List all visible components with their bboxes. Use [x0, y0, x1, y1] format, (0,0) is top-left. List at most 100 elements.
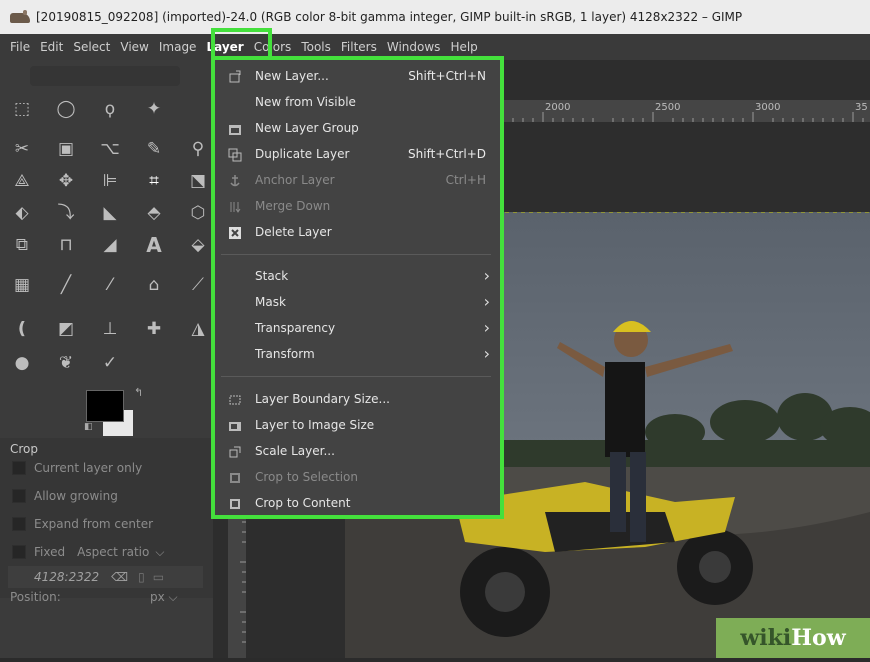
- measure-icon[interactable]: ⟁: [8, 170, 36, 192]
- move-icon[interactable]: ✥: [52, 170, 80, 192]
- bucket-fill-icon[interactable]: ⬙: [184, 234, 212, 256]
- cage-icon[interactable]: ⊓: [52, 234, 80, 256]
- current-layer-only-option[interactable]: Current layer only: [12, 460, 142, 476]
- swap-colors-icon[interactable]: ↰: [134, 386, 143, 399]
- ink-icon[interactable]: ❪: [8, 318, 36, 340]
- chevron-down-icon[interactable]: ⌵: [155, 545, 164, 560]
- foreground-color-swatch[interactable]: [86, 390, 124, 422]
- layer-group-icon: [229, 125, 241, 135]
- landscape-icon[interactable]: ▭: [153, 570, 164, 584]
- blend-icon[interactable]: ◢: [96, 234, 124, 256]
- rect-select-icon[interactable]: ⬚: [8, 98, 36, 120]
- anchor-icon: [230, 175, 240, 187]
- menu-windows[interactable]: Windows: [382, 40, 446, 54]
- menu-help[interactable]: Help: [445, 40, 482, 54]
- menu-item-crop-to-selection[interactable]: Crop to Selection: [215, 466, 496, 490]
- mypaint-brush-icon[interactable]: ◩: [52, 318, 80, 340]
- menu-filters[interactable]: Filters: [336, 40, 382, 54]
- foreground-select-icon[interactable]: ▣: [52, 138, 80, 160]
- merge-down-icon: [230, 202, 241, 213]
- expand-from-center-label: Expand from center: [34, 517, 154, 531]
- menu-item-new-layer[interactable]: New Layer... Shift+Ctrl+N: [215, 65, 496, 89]
- warp-transform-icon[interactable]: ⬖: [8, 202, 36, 224]
- menu-item-layer-to-image-size[interactable]: Layer to Image Size: [215, 414, 496, 438]
- airbrush-icon[interactable]: ⟋: [184, 274, 212, 296]
- submenu-arrow-icon: ›: [483, 344, 490, 363]
- menu-item-mask[interactable]: Mask ›: [215, 291, 496, 315]
- menu-item-merge-down[interactable]: Merge Down: [215, 195, 496, 219]
- rotate-icon[interactable]: ⤵: [52, 202, 80, 224]
- text-tool-icon[interactable]: A: [140, 234, 168, 256]
- to-image-icon: [229, 422, 241, 431]
- menu-edit[interactable]: Edit: [35, 40, 68, 54]
- unit-dropdown[interactable]: px ⌵: [150, 590, 178, 605]
- perspective-clone-icon[interactable]: ◮: [184, 318, 212, 340]
- pattern-icon[interactable]: ▦: [8, 274, 36, 296]
- position-label: Position:: [10, 590, 61, 604]
- 3d-transform-icon[interactable]: ⬡: [184, 202, 212, 224]
- allow-growing-option[interactable]: Allow growing: [12, 488, 118, 504]
- blur-icon[interactable]: ●: [8, 352, 36, 374]
- menu-view[interactable]: View: [115, 40, 153, 54]
- menu-bar: File Edit Select View Image Layer Colors…: [0, 34, 870, 60]
- default-colors-icon[interactable]: ◧: [84, 422, 94, 432]
- current-layer-only-checkbox[interactable]: [12, 461, 26, 475]
- clone-icon[interactable]: ⊥: [96, 318, 124, 340]
- dodge-burn-icon[interactable]: ✓: [96, 352, 124, 374]
- gimp-app-icon: [10, 10, 30, 24]
- wikihow-watermark: wiki How: [716, 618, 870, 658]
- layer-menu-highlight: [211, 28, 272, 64]
- menu-item-stack[interactable]: Stack ›: [215, 265, 496, 289]
- free-select-icon[interactable]: ϙ: [96, 98, 124, 120]
- pencil-icon[interactable]: ╱: [52, 274, 80, 296]
- paths-icon[interactable]: ⌥: [96, 138, 124, 160]
- menu-item-transparency[interactable]: Transparency ›: [215, 317, 496, 341]
- portrait-icon[interactable]: ▯: [138, 570, 145, 584]
- crop-icon: [230, 473, 240, 483]
- menu-tools[interactable]: Tools: [296, 40, 336, 54]
- menu-image[interactable]: Image: [154, 40, 202, 54]
- expand-from-center-option[interactable]: Expand from center: [12, 516, 153, 532]
- color-picker-icon[interactable]: ✎: [140, 138, 168, 160]
- allow-growing-checkbox[interactable]: [12, 489, 26, 503]
- heal-icon[interactable]: ✚: [140, 318, 168, 340]
- menu-select[interactable]: Select: [68, 40, 115, 54]
- menu-item-transform[interactable]: Transform ›: [215, 343, 496, 367]
- menu-item-crop-to-content[interactable]: Crop to Content: [215, 492, 496, 516]
- align-icon[interactable]: ⊫: [96, 170, 124, 192]
- paintbrush-icon[interactable]: ⁄: [96, 274, 124, 296]
- duplicate-icon: [228, 148, 242, 162]
- menu-item-new-from-visible[interactable]: New from Visible: [215, 91, 496, 115]
- eraser-icon[interactable]: ⌂: [140, 274, 168, 296]
- menu-file[interactable]: File: [0, 40, 35, 54]
- fuzzy-select-icon[interactable]: ✦: [140, 98, 168, 120]
- crop-tool-icon[interactable]: ⌗: [140, 170, 168, 192]
- flip-icon[interactable]: ⧉: [8, 234, 36, 256]
- boundary-icon: [229, 395, 241, 405]
- menu-item-scale-layer[interactable]: Scale Layer...: [215, 440, 496, 464]
- fixed-checkbox[interactable]: [12, 545, 26, 559]
- scale-icon: [229, 446, 241, 458]
- toolbox-wilber-area: [30, 66, 180, 86]
- menu-item-anchor-layer[interactable]: Anchor Layer Ctrl+H: [215, 169, 496, 193]
- smudge-icon[interactable]: ❦: [52, 352, 80, 374]
- layer-dropdown-menu: New Layer... Shift+Ctrl+N New from Visib…: [211, 56, 504, 519]
- fixed-option[interactable]: Fixed Aspect ratio ⌵: [12, 544, 164, 560]
- unified-transform-icon[interactable]: ⬔: [184, 170, 212, 192]
- perspective-icon[interactable]: ⬘: [140, 202, 168, 224]
- shear-icon[interactable]: ◣: [96, 202, 124, 224]
- submenu-arrow-icon: ›: [483, 292, 490, 311]
- aspect-ratio-dropdown[interactable]: Aspect ratio: [77, 545, 149, 559]
- zoom-icon[interactable]: ⚲: [184, 138, 212, 160]
- menu-item-duplicate-layer[interactable]: Duplicate Layer Shift+Ctrl+D: [215, 143, 496, 167]
- clear-ratio-icon[interactable]: ⌫: [111, 570, 128, 584]
- ratio-value-field[interactable]: 4128:2322: [34, 570, 99, 584]
- menu-item-new-layer-group[interactable]: New Layer Group: [215, 117, 496, 141]
- ellipse-select-icon[interactable]: ◯: [52, 98, 80, 120]
- menu-item-layer-boundary-size[interactable]: Layer Boundary Size...: [215, 388, 496, 412]
- expand-from-center-checkbox[interactable]: [12, 517, 26, 531]
- ruler-label: 2000: [545, 102, 571, 113]
- scissors-icon[interactable]: ✂: [8, 138, 36, 160]
- menu-item-delete-layer[interactable]: Delete Layer: [215, 221, 496, 245]
- title-bar: [20190815_092208] (imported)-24.0 (RGB c…: [0, 0, 870, 34]
